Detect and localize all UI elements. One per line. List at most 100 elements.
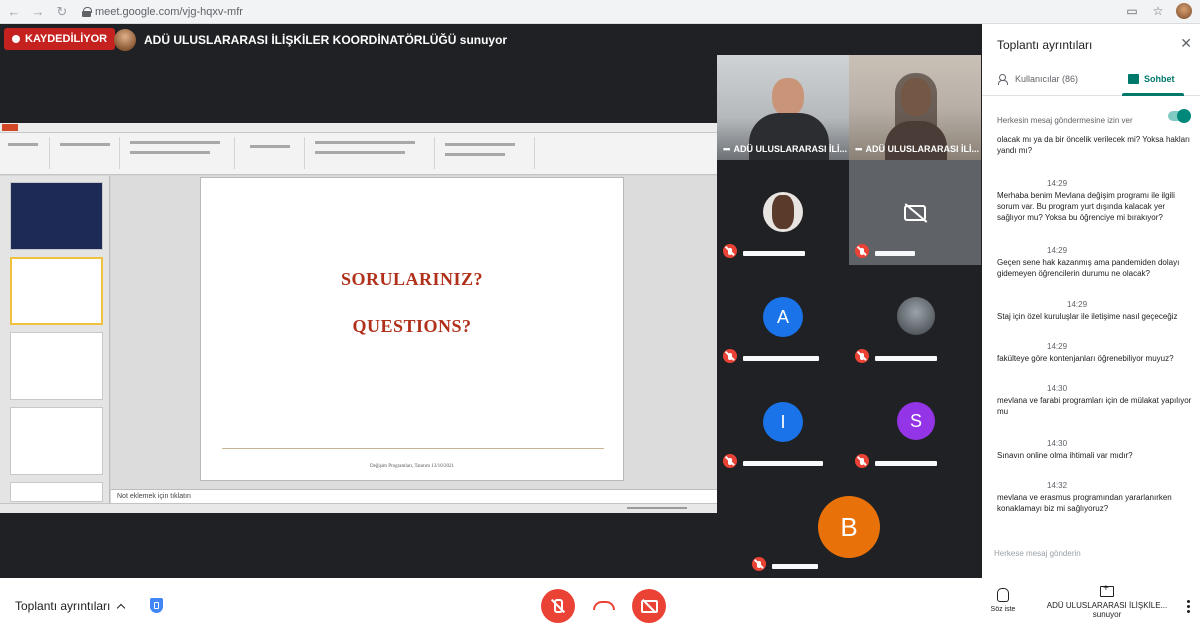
presenter-avatar bbox=[114, 29, 136, 51]
participant-name: ••• ADÜ ULUSLARARASI İLİ... bbox=[855, 144, 979, 154]
slide-question-en: QUESTIONS? bbox=[352, 316, 472, 336]
participant-tile[interactable]: A bbox=[717, 265, 849, 370]
participant-tile[interactable] bbox=[849, 160, 981, 265]
chat-message: 14:30 Sınavın online olma ihtimali var m… bbox=[997, 439, 1133, 460]
slide-thumbnail-selected[interactable] bbox=[10, 257, 103, 325]
ribbon-item bbox=[445, 153, 505, 156]
back-icon[interactable]: ← bbox=[4, 2, 24, 22]
reload-icon[interactable]: ↻ bbox=[52, 2, 72, 22]
presenting-button[interactable]: ADÜ ULUSLARARASI İLİŞKİLE... sunuyor bbox=[1043, 583, 1171, 619]
participant-tile[interactable] bbox=[849, 265, 981, 370]
ribbon-item bbox=[60, 143, 110, 146]
mic-off-icon bbox=[723, 244, 737, 258]
participant-name: ••• ADÜ ULUSLARARASI İLİ... bbox=[723, 144, 847, 154]
zoom-slider[interactable] bbox=[627, 507, 687, 509]
mic-off-icon bbox=[855, 349, 869, 363]
mic-toggle-button[interactable] bbox=[541, 589, 575, 623]
ribbon-item bbox=[315, 151, 405, 154]
participant-tile[interactable]: S bbox=[849, 370, 981, 475]
allow-messages-toggle[interactable] bbox=[1168, 109, 1191, 123]
participant-name-redacted bbox=[875, 356, 937, 361]
ribbon-item bbox=[315, 141, 415, 144]
ribbon-item bbox=[445, 143, 515, 146]
tab-chat[interactable]: Sohbet bbox=[1128, 74, 1175, 84]
bookmark-star-icon[interactable]: ☆ bbox=[1150, 3, 1166, 19]
chat-message: 14:30 mevlana ve farabi programları için… bbox=[997, 384, 1192, 416]
chat-message: 14:29 fakülteye göre kontenjanları öğren… bbox=[997, 342, 1174, 363]
participant-name-redacted bbox=[743, 251, 805, 256]
address-bar[interactable]: meet.google.com/vjg-hqxv-mfr bbox=[82, 3, 243, 21]
slide-question-tr: SORULARINIZ? bbox=[340, 269, 484, 289]
more-options-icon[interactable] bbox=[1187, 600, 1190, 613]
chat-message: 14:32 mevlana ve erasmus programından ya… bbox=[997, 481, 1172, 513]
meeting-details-panel: Toplantı ayrıntıları ✕ Kullanıcılar (86)… bbox=[982, 24, 1200, 578]
participant-tile[interactable]: ••• ADÜ ULUSLARARASI İLİ... bbox=[849, 55, 981, 160]
hand-icon bbox=[996, 588, 1009, 602]
camera-toggle-button[interactable] bbox=[632, 589, 666, 623]
participant-initial-avatar: B bbox=[818, 496, 880, 558]
mic-off-icon bbox=[723, 454, 737, 468]
participant-tile[interactable]: ••• ADÜ ULUSLARARASI İLİ... bbox=[717, 55, 849, 160]
participant-tile[interactable] bbox=[717, 160, 849, 265]
ribbon-group bbox=[0, 137, 50, 169]
slide-thumbnail[interactable] bbox=[10, 482, 103, 502]
shared-screen: SORULARINIZ? QUESTIONS? Değişim Programl… bbox=[0, 123, 717, 513]
mic-off-icon bbox=[752, 557, 766, 571]
ppt-ribbon bbox=[0, 133, 717, 175]
ribbon-item bbox=[250, 145, 290, 148]
participant-tile[interactable]: I bbox=[717, 370, 849, 475]
hangup-icon[interactable] bbox=[593, 599, 615, 611]
host-controls-shield-icon[interactable] bbox=[150, 598, 163, 613]
camera-off-icon bbox=[904, 204, 926, 221]
meeting-details-button[interactable]: Toplantı ayrıntıları bbox=[15, 599, 126, 613]
slide-footer: Değişim Programları, Tanıtım 13/10/2021 bbox=[370, 464, 454, 469]
active-tab-indicator bbox=[1122, 93, 1184, 96]
participant-initial-avatar: I bbox=[763, 402, 803, 442]
chat-icon bbox=[1128, 74, 1139, 84]
panel-title: Toplantı ayrıntıları bbox=[997, 38, 1093, 52]
chat-message: 14:29 Geçen sene hak kazanmış ama pandem… bbox=[997, 246, 1180, 278]
meeting-stage: KAYDEDİLİYOR ADÜ ULUSLARARASI İLİŞKİLER … bbox=[0, 24, 982, 578]
browser-toolbar: ← → ↻ meet.google.com/vjg-hqxv-mfr ▭ ☆ bbox=[0, 0, 1200, 24]
slide-notes[interactable]: Not eklemek için tıklatın bbox=[111, 489, 717, 503]
current-slide: SORULARINIZ? QUESTIONS? Değişim Programl… bbox=[200, 177, 624, 481]
slide-editor: SORULARINIZ? QUESTIONS? Değişim Programl… bbox=[111, 176, 717, 489]
profile-avatar[interactable] bbox=[1176, 3, 1192, 19]
lock-icon bbox=[82, 6, 92, 17]
slide-thumbnail[interactable] bbox=[10, 332, 103, 400]
participant-name-redacted bbox=[875, 461, 937, 466]
ribbon-item bbox=[130, 141, 220, 144]
participant-name-redacted bbox=[875, 251, 915, 256]
slide-thumbnail[interactable] bbox=[10, 407, 103, 475]
participant-initial-avatar: A bbox=[763, 297, 803, 337]
participant-avatar bbox=[897, 297, 935, 335]
panel-tabs: Kullanıcılar (86) Sohbet bbox=[982, 66, 1200, 96]
ppt-title-bar bbox=[0, 123, 717, 133]
participant-avatar bbox=[763, 192, 803, 232]
slide-thumbnails bbox=[0, 176, 110, 503]
forward-icon[interactable]: → bbox=[28, 2, 48, 22]
cast-icon[interactable]: ▭ bbox=[1124, 3, 1140, 19]
ppt-status-bar bbox=[0, 503, 717, 513]
ribbon-item bbox=[130, 151, 210, 154]
participant-name-redacted bbox=[772, 564, 818, 569]
url-text: meet.google.com/vjg-hqxv-mfr bbox=[95, 5, 243, 18]
recording-label: KAYDEDİLİYOR bbox=[25, 33, 108, 45]
chat-input[interactable]: Herkese mesaj gönderin bbox=[994, 549, 1190, 558]
raise-hand-button[interactable]: Söz iste bbox=[990, 588, 1015, 613]
participant-face bbox=[772, 78, 804, 116]
participant-tile[interactable]: B bbox=[746, 475, 952, 578]
close-icon[interactable]: ✕ bbox=[1180, 35, 1192, 52]
recording-badge: KAYDEDİLİYOR bbox=[4, 28, 116, 50]
allow-messages-row: Herkesin mesaj göndermesine izin ver bbox=[997, 109, 1191, 125]
ribbon-group bbox=[50, 137, 120, 169]
mic-off-icon bbox=[855, 454, 869, 468]
speaking-icon: ••• bbox=[723, 144, 731, 154]
chat-message: 14:29 Staj için özel kuruluşlar ile ilet… bbox=[997, 300, 1178, 321]
mic-off-icon bbox=[855, 244, 869, 258]
people-icon bbox=[998, 74, 1010, 85]
tab-participants[interactable]: Kullanıcılar (86) bbox=[998, 74, 1078, 85]
participant-initial-avatar: S bbox=[897, 402, 935, 440]
ribbon-item bbox=[8, 143, 38, 146]
slide-thumbnail[interactable] bbox=[10, 182, 103, 250]
